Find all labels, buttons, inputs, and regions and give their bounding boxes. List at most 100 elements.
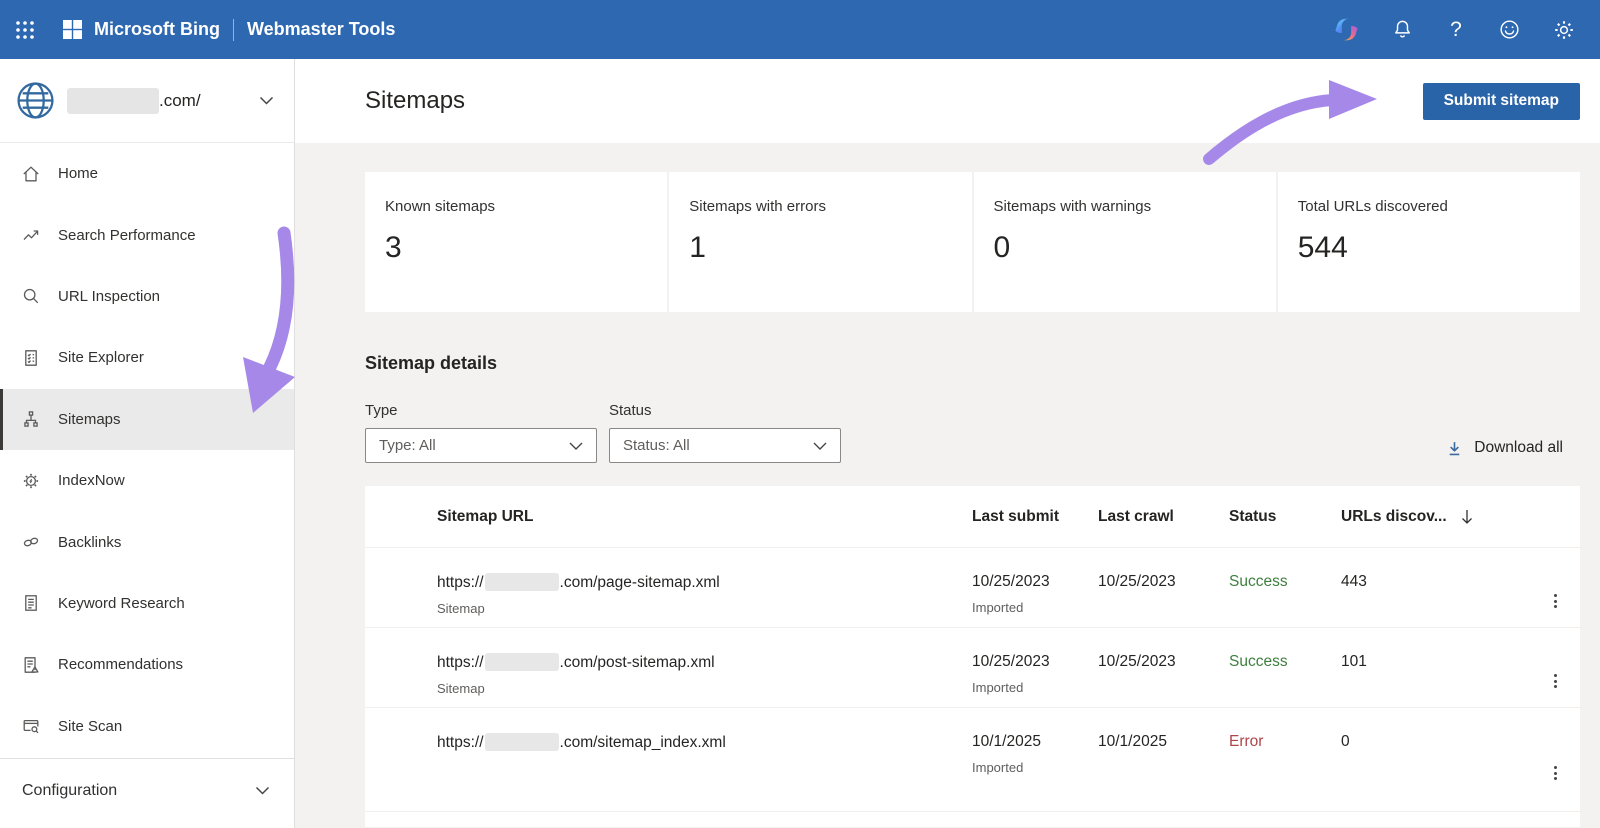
column-header-sitemap-url[interactable]: Sitemap URL (437, 508, 972, 526)
waffle-icon[interactable] (0, 0, 50, 59)
status-filter-dropdown[interactable]: Status: All (609, 428, 841, 463)
sitemap-url-cell: https://.com/page-sitemap.xml Sitemap (437, 573, 972, 627)
last-submit-cell: 10/1/2025 Imported (972, 733, 1098, 811)
site-selector-dropdown[interactable]: .com/ (0, 59, 294, 143)
stat-label: Sitemaps with errors (689, 198, 826, 215)
sidebar-item-label: IndexNow (58, 472, 125, 490)
sidebar-item-label: Recommendations (58, 656, 184, 674)
bell-icon[interactable] (1391, 0, 1414, 59)
magnifier-icon (23, 289, 39, 304)
partial-next-row (365, 811, 1580, 827)
submit-note: Imported (972, 680, 1024, 695)
sitemap-type-label: Sitemap (437, 681, 485, 696)
sidebar-item-site-scan[interactable]: Site Scan (0, 696, 294, 757)
chevron-down-icon (813, 442, 827, 450)
sitemap-url-cell: https://.com/sitemap_index.xml (437, 733, 726, 751)
status-filter-value: Status: All (623, 437, 690, 454)
status-filter-label: Status (609, 402, 652, 419)
topbar-actions: ? (1333, 0, 1600, 59)
topbar-divider (233, 18, 234, 41)
copilot-icon[interactable] (1333, 0, 1360, 59)
download-icon (1449, 441, 1460, 455)
column-header-last-crawl[interactable]: Last crawl (1098, 508, 1229, 526)
submit-note: Imported (972, 600, 1024, 615)
redacted-domain (484, 733, 559, 751)
sidebar-nav: Home Search Performance URL Inspection S… (0, 143, 294, 757)
sidebar: .com/ Home Search Performance URL Inspec… (0, 59, 295, 828)
feedback-smiley-icon[interactable] (1498, 0, 1521, 59)
top-bar: Microsoft Bing Webmaster Tools ? (0, 0, 1600, 59)
submit-sitemap-button[interactable]: Submit sitemap (1422, 82, 1580, 120)
sidebar-item-label: Home (58, 165, 99, 183)
home-icon (23, 166, 39, 182)
sidebar-item-indexnow[interactable]: IndexNow (0, 450, 294, 511)
urls-discovered-cell: 101 (1341, 653, 1367, 670)
sitemap-type-label: Sitemap (437, 601, 485, 616)
sidebar-item-recommendations[interactable]: Recommendations (0, 634, 294, 695)
redacted-site-name (67, 87, 159, 114)
stat-card-known-sitemaps: Known sitemaps 3 (365, 172, 668, 312)
urls-discovered-cell: 443 (1341, 573, 1367, 590)
chevron-down-icon (569, 442, 583, 450)
doc-warning-icon (24, 656, 39, 673)
column-header-status[interactable]: Status (1229, 508, 1341, 526)
status-badge: Success (1229, 653, 1288, 670)
lines-doc-icon (25, 595, 37, 612)
stat-label: Known sitemaps (385, 198, 496, 215)
filters-row: Type Type: All Status Status: All Downlo… (365, 402, 1580, 463)
chain-links-icon (23, 537, 39, 547)
column-header-urls-discovered[interactable]: URLs discov... (1341, 508, 1535, 526)
sidebar-item-home[interactable]: Home (0, 143, 294, 204)
content-area: Known sitemaps 3 Sitemaps with errors 1 … (295, 143, 1600, 827)
sidebar-item-label: Site Scan (58, 717, 123, 735)
table-row: https://.com/page-sitemap.xml Sitemap 10… (365, 547, 1580, 627)
configuration-label: Configuration (22, 781, 118, 799)
last-submit-cell: 10/25/2023 Imported (972, 573, 1098, 627)
sidebar-item-backlinks[interactable]: Backlinks (0, 511, 294, 572)
row-actions-kebab-icon[interactable] (1554, 655, 1580, 707)
stats-row: Known sitemaps 3 Sitemaps with errors 1 … (365, 172, 1580, 312)
page-header: Sitemaps Submit sitemap (295, 59, 1600, 143)
trend-arrow-icon (23, 230, 39, 241)
stat-label: Sitemaps with warnings (993, 198, 1152, 215)
sidebar-item-keyword-research[interactable]: Keyword Research (0, 573, 294, 634)
help-icon[interactable]: ? (1445, 0, 1467, 59)
type-filter-value: Type: All (379, 437, 436, 454)
column-header-last-submit[interactable]: Last submit (972, 508, 1098, 526)
sidebar-item-search-performance[interactable]: Search Performance (0, 204, 294, 265)
stat-card-total-urls: Total URLs discovered 544 (1277, 172, 1580, 312)
urls-discovered-cell: 0 (1341, 733, 1350, 750)
sort-descending-icon[interactable] (1461, 509, 1473, 525)
row-actions-kebab-icon[interactable] (1554, 735, 1580, 811)
status-badge: Success (1229, 573, 1288, 590)
status-filter: Status Status: All (609, 402, 841, 463)
last-submit-cell: 10/25/2023 Imported (972, 653, 1098, 707)
stat-label: Total URLs discovered (1297, 198, 1448, 215)
stat-value: 0 (993, 231, 1011, 264)
row-actions-kebab-icon[interactable] (1554, 575, 1580, 627)
sidebar-item-label: Sitemaps (58, 410, 121, 428)
download-all-button[interactable]: Download all (1446, 439, 1563, 457)
chevron-down-icon (259, 96, 274, 105)
table-header-row: Sitemap URL Last submit Last crawl Statu… (365, 486, 1580, 547)
gear-bolt-icon (23, 473, 39, 488)
sidebar-item-label: URL Inspection (58, 287, 160, 305)
settings-gear-icon[interactable] (1552, 0, 1576, 59)
sidebar-item-configuration[interactable]: Configuration (0, 758, 294, 828)
section-heading: Sitemap details (365, 353, 498, 373)
status-badge: Error (1229, 733, 1264, 750)
sidebar-item-sitemaps[interactable]: Sitemaps (0, 388, 294, 451)
sidebar-item-url-inspection[interactable]: URL Inspection (0, 266, 294, 327)
product-name[interactable]: Webmaster Tools (247, 19, 395, 40)
browser-scan-icon (23, 720, 39, 734)
brand-name[interactable]: Microsoft Bing (94, 19, 220, 40)
globe-icon (17, 82, 54, 119)
sidebar-item-label: Search Performance (58, 226, 196, 244)
type-filter-dropdown[interactable]: Type: All (365, 428, 597, 463)
last-crawl-cell: 10/25/2023 (1098, 653, 1176, 670)
sidebar-item-site-explorer[interactable]: Site Explorer (0, 327, 294, 388)
stat-card-sitemaps-with-errors: Sitemaps with errors 1 (669, 172, 972, 312)
svg-text:?: ? (1450, 18, 1462, 41)
sidebar-item-label: Keyword Research (58, 594, 185, 612)
microsoft-logo[interactable] (62, 19, 83, 40)
